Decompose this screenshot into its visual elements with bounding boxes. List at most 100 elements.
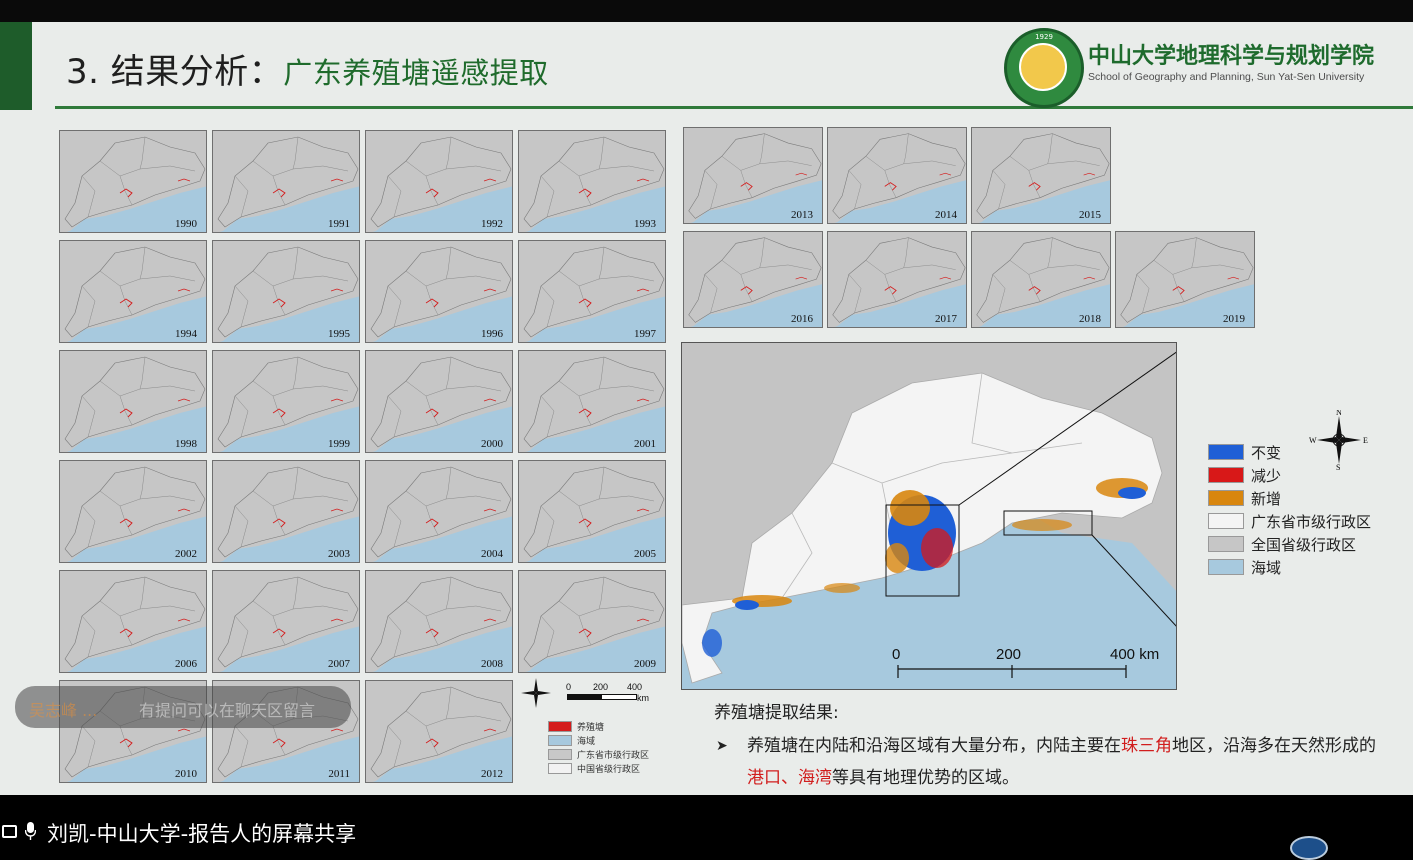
map-panel-2014: 2014 [827, 127, 967, 224]
map-panel-year: 2019 [1223, 313, 1245, 325]
map-panel-year: 1991 [328, 218, 350, 230]
map-panel-1991: 1991 [212, 130, 360, 233]
map-panel-2016: 2016 [683, 231, 823, 328]
screen-share-icon[interactable] [2, 825, 17, 838]
big-scale-400: 400 km [1110, 646, 1160, 663]
small-scale-unit: km [637, 693, 649, 703]
map-panel-year: 2017 [935, 313, 957, 325]
title-main: 广东养殖塘遥感提取 [283, 56, 549, 90]
small-legend-swatch [548, 749, 572, 760]
legend-label: 广东省市级行政区 [1251, 513, 1372, 531]
compass-icon-small [521, 678, 551, 708]
big-scale-200: 200 [996, 646, 1022, 663]
map-panel-year: 2005 [634, 548, 656, 560]
map-panel-1994: 1994 [59, 240, 207, 343]
small-legend-swatch [548, 721, 572, 732]
map-panel-year: 2014 [935, 209, 957, 221]
small-legend-label: 广东省市级行政区 [577, 751, 650, 761]
title-divider [55, 106, 1413, 109]
map-panel-year: 1996 [481, 328, 503, 340]
chat-sender: 吴志峰 ... [29, 701, 98, 720]
map-panel-year: 2003 [328, 548, 350, 560]
app-avatar-icon[interactable] [1290, 836, 1328, 860]
map-panel-year: 1993 [634, 218, 656, 230]
big-scale-0: 0 [892, 646, 901, 663]
map-panel-2005: 2005 [518, 460, 666, 563]
legend-label: 海域 [1251, 559, 1282, 577]
map-panel-2001: 2001 [518, 350, 666, 453]
map-panel-year: 1995 [328, 328, 350, 340]
legend-label: 新增 [1251, 490, 1282, 508]
map-panel-2018: 2018 [971, 231, 1111, 328]
small-legend-item: 海域 [548, 734, 668, 747]
map-panel-year: 2018 [1079, 313, 1101, 325]
map-panel-year: 2012 [481, 768, 503, 780]
guangdong-change-map [682, 343, 1176, 684]
big-map: 0 200 400 km [681, 342, 1177, 690]
map-panel-1993: 1993 [518, 130, 666, 233]
small-legend-label: 海域 [577, 737, 596, 747]
presentation-slide: 3. 结果分析：广东养殖塘遥感提取 1929 中山大学地理科学与规划学院 Sch… [0, 22, 1413, 795]
small-scale-bar: 0 200 400 km [565, 682, 675, 712]
map-panel-year: 1992 [481, 218, 503, 230]
map-panel-year: 1999 [328, 438, 350, 450]
small-legend-label: 养殖塘 [577, 723, 605, 733]
title-prefix: 3. 结果分析： [66, 52, 284, 92]
legend-label: 全国省级行政区 [1251, 536, 1357, 554]
map-panel-year: 2013 [791, 209, 813, 221]
map-panel-2019: 2019 [1115, 231, 1255, 328]
small-scale-400: 400 [627, 682, 643, 692]
logo-year: 1929 [1035, 33, 1053, 41]
legend-swatch [1208, 444, 1244, 460]
map-panel-year: 2009 [634, 658, 656, 670]
screen-share-bar: 刘凯-中山大学-报告人的屏幕共享 [0, 816, 1413, 847]
title-accent-bar [0, 22, 32, 110]
map-panel-year: 2015 [1079, 209, 1101, 221]
legend-swatch [1208, 513, 1244, 529]
map-panel-2003: 2003 [212, 460, 360, 563]
results-text-3: 等具有地理优势的区域。 [832, 768, 1019, 788]
map-panel-2013: 2013 [683, 127, 823, 224]
results-text: 养殖塘在内陆和沿海区域有大量分布，内陆主要在珠三角地区，沿海多在天然形成的港口、… [747, 730, 1387, 794]
map-panel-1990: 1990 [59, 130, 207, 233]
map-panel-year: 2016 [791, 313, 813, 325]
map-panel-2015: 2015 [971, 127, 1111, 224]
small-scale-0: 0 [566, 682, 572, 692]
results-title: 养殖塘提取结果: [714, 703, 839, 723]
chat-message: 有提问可以在聊天区留言 [139, 701, 316, 720]
small-scale-200: 200 [593, 682, 609, 692]
map-panel-year: 2011 [328, 768, 350, 780]
small-legend-label: 中国省级行政区 [577, 765, 641, 775]
slide-title: 3. 结果分析：广东养殖塘遥感提取 [66, 44, 549, 93]
map-panel-1998: 1998 [59, 350, 207, 453]
results-highlight-1: 珠三角 [1121, 736, 1172, 756]
map-panel-year: 2004 [481, 548, 503, 560]
university-name-cn: 中山大学地理科学与规划学院 [1088, 44, 1375, 69]
map-panel-1997: 1997 [518, 240, 666, 343]
legend-label: 不变 [1251, 444, 1282, 462]
map-panel-year: 2002 [175, 548, 197, 560]
logo-globe-icon [1019, 43, 1067, 91]
map-panel-2004: 2004 [365, 460, 513, 563]
legend-item: 减少 [1208, 465, 1408, 485]
legend-item: 不变 [1208, 442, 1408, 462]
map-panel-1996: 1996 [365, 240, 513, 343]
map-panel-year: 2010 [175, 768, 197, 780]
legend-item: 新增 [1208, 488, 1408, 508]
microphone-icon[interactable] [25, 822, 36, 840]
map-panel-2002: 2002 [59, 460, 207, 563]
small-legend-item: 中国省级行政区 [548, 762, 668, 775]
map-panel-year: 2006 [175, 658, 197, 670]
university-logo: 1929 [1004, 28, 1084, 108]
map-panel-year: 2007 [328, 658, 350, 670]
legend-label: 减少 [1251, 467, 1282, 485]
legend-item: 全国省级行政区 [1208, 534, 1408, 554]
map-panel-1992: 1992 [365, 130, 513, 233]
small-legend-item: 养殖塘 [548, 720, 668, 733]
map-panel-2000: 2000 [365, 350, 513, 453]
small-legend-swatch [548, 735, 572, 746]
map-panel-2017: 2017 [827, 231, 967, 328]
map-panel-2009: 2009 [518, 570, 666, 673]
chat-notification[interactable]: 吴志峰 ... 有提问可以在聊天区留言 [15, 686, 351, 728]
results-text-2: 地区，沿海多在天然形成的 [1172, 736, 1376, 756]
